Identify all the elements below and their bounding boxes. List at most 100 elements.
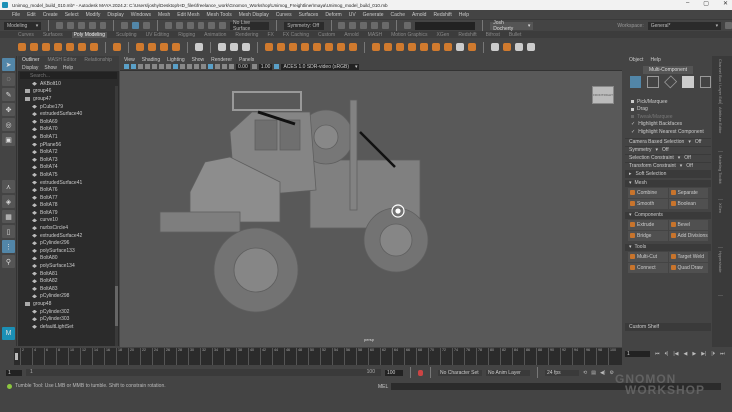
- highlight-backfaces-checkbox[interactable]: ✓ Highlight Backfaces: [625, 121, 711, 129]
- rotate-tool-icon[interactable]: ◎: [2, 118, 15, 131]
- menu-mesh-display[interactable]: Mesh Display: [239, 12, 269, 18]
- outliner-item[interactable]: BoltA82: [18, 277, 119, 285]
- outliner-item[interactable]: BoltA69: [18, 118, 119, 126]
- menu-curves[interactable]: Curves: [276, 12, 292, 18]
- current-frame-field[interactable]: 1: [625, 351, 650, 357]
- outliner-menu-help[interactable]: Help: [63, 65, 73, 71]
- scale-tool-icon[interactable]: ▣: [2, 133, 15, 146]
- pivot-icon[interactable]: [230, 43, 238, 51]
- new-scene-icon[interactable]: [56, 22, 64, 29]
- outliner-item[interactable]: BoltA81: [18, 270, 119, 278]
- smooth-button[interactable]: Smooth: [628, 198, 668, 209]
- multi-component-button[interactable]: Multi-Component: [643, 66, 693, 74]
- grid-icon[interactable]: [152, 64, 157, 69]
- poly-sphere-icon[interactable]: [18, 43, 26, 51]
- menu-deform[interactable]: Deform: [325, 12, 341, 18]
- retopologize-icon[interactable]: [349, 43, 357, 51]
- viewport-panel[interactable]: View Shading Lighting Show Renderer Panels 0.…: [120, 56, 622, 347]
- tab-mash-editor[interactable]: MASH Editor: [48, 57, 77, 63]
- go-to-start-button[interactable]: ⏮: [655, 351, 660, 357]
- shelf-tab-curves[interactable]: Curves: [18, 32, 34, 38]
- menu-file[interactable]: File: [12, 12, 20, 18]
- pick-option-drag[interactable]: Drag: [625, 106, 711, 114]
- menu-mesh-tools[interactable]: Mesh Tools: [207, 12, 232, 18]
- outliner-item[interactable]: BoltA78: [18, 202, 119, 210]
- sweep-mesh-icon[interactable]: [136, 43, 144, 51]
- extract-icon[interactable]: [289, 43, 297, 51]
- menu-select[interactable]: Select: [65, 12, 79, 18]
- viewport-menu-panels[interactable]: Panels: [239, 57, 254, 63]
- poly-plane-icon[interactable]: [78, 43, 86, 51]
- outliner-layout-icon[interactable]: ⋮: [2, 240, 15, 253]
- open-scene-icon[interactable]: [67, 22, 74, 29]
- live-surface-field[interactable]: No Live Surface: [230, 20, 270, 32]
- step-back-key-button[interactable]: ⏴|: [665, 351, 669, 357]
- current-time-indicator[interactable]: [15, 353, 18, 360]
- outliner-item[interactable]: BoltA79: [18, 209, 119, 217]
- outliner-item[interactable]: BoltA72: [18, 148, 119, 156]
- shelf-tab-animation[interactable]: Animation: [204, 32, 226, 38]
- single-perspective-layout-icon[interactable]: ◈: [2, 195, 15, 208]
- bridge-button[interactable]: Bridge: [628, 230, 668, 241]
- fill-hole-icon[interactable]: [408, 43, 416, 51]
- shelf-tab-rendering[interactable]: Rendering: [235, 32, 258, 38]
- search-icon[interactable]: ⚲: [2, 255, 15, 268]
- type-tool-icon[interactable]: [160, 43, 168, 51]
- outliner-item[interactable]: curve10: [18, 217, 119, 225]
- preferences-icon[interactable]: ⚙: [609, 370, 613, 376]
- outliner-item[interactable]: pCube179: [18, 103, 119, 111]
- step-forward-frame-button[interactable]: ▶|: [701, 351, 706, 357]
- render-settings-icon[interactable]: [360, 22, 368, 29]
- wireframe-icon[interactable]: [173, 64, 178, 69]
- image-plane-icon[interactable]: [145, 64, 150, 69]
- undo-icon[interactable]: [88, 22, 96, 29]
- extrude-button[interactable]: Extrude: [628, 219, 668, 230]
- outliner-item[interactable]: BoltA71: [18, 133, 119, 141]
- menu-modify[interactable]: Modify: [86, 12, 101, 18]
- outliner-item[interactable]: polySurface134: [18, 262, 119, 270]
- lock-icon[interactable]: [725, 22, 732, 29]
- menu-display[interactable]: Display: [107, 12, 123, 18]
- outliner-menu-display[interactable]: Display: [22, 65, 38, 71]
- highlight-nearest-component-checkbox[interactable]: ✓ Highlight Nearest Component: [625, 128, 711, 136]
- separate-button[interactable]: Separate: [668, 187, 708, 198]
- super-shape-icon[interactable]: [113, 43, 121, 51]
- quad-draw-button[interactable]: Quad Draw: [668, 262, 708, 273]
- snap-view-icon[interactable]: [197, 22, 205, 29]
- end-time-field[interactable]: 100: [385, 369, 403, 376]
- two-pane-layout-icon[interactable]: ▯: [2, 225, 15, 238]
- outliner-item[interactable]: extrudedSurface40: [18, 110, 119, 118]
- reduce-icon[interactable]: [325, 43, 333, 51]
- camera-based-selection-dropdown[interactable]: Camera Based Selection ▾ Off: [625, 137, 711, 146]
- side-tab-channel-box-layer-editor[interactable]: Channel Box / Layer Editor: [718, 56, 723, 104]
- uv-mode-icon[interactable]: [699, 76, 711, 88]
- outliner-item[interactable]: pCylinder302: [18, 308, 119, 316]
- menu-mesh[interactable]: Mesh: [158, 12, 170, 18]
- toolkit-menu-help[interactable]: Help: [650, 57, 660, 63]
- outliner-item[interactable]: group48: [18, 300, 119, 308]
- tab-relationship[interactable]: Relationship: [84, 57, 112, 63]
- step-forward-key-button[interactable]: |⏵: [711, 351, 715, 357]
- side-tab-modeling-toolkit[interactable]: Modeling Toolkit: [718, 152, 723, 200]
- shelf-tab-custom[interactable]: Custom: [318, 32, 335, 38]
- transform-constraint-dropdown[interactable]: Transform Constraint ▾ Off: [625, 161, 711, 170]
- viewport-menu-shading[interactable]: Shading: [142, 57, 160, 63]
- poly-disc-icon[interactable]: [90, 43, 98, 51]
- select-hierarchy-icon[interactable]: [121, 22, 129, 29]
- smooth-icon[interactable]: [313, 43, 321, 51]
- viewport-menu-view[interactable]: View: [124, 57, 135, 63]
- connect-button[interactable]: Connect: [628, 262, 668, 273]
- outliner-item[interactable]: polySurface133: [18, 247, 119, 255]
- pick-option-tweak-marquee[interactable]: Tweak/Marquee: [625, 113, 711, 121]
- lights-icon[interactable]: [194, 64, 199, 69]
- ipr-render-icon[interactable]: [349, 22, 357, 29]
- render-icon[interactable]: [338, 22, 346, 29]
- shadows-icon[interactable]: [201, 64, 206, 69]
- poly-cube-icon[interactable]: [30, 43, 38, 51]
- bridge-icon[interactable]: [384, 43, 392, 51]
- truck-model[interactable]: [120, 72, 622, 347]
- sound-icon[interactable]: ◀): [600, 370, 606, 376]
- exposure-icon[interactable]: [229, 64, 234, 69]
- outliner-item[interactable]: defaultLightSet: [18, 323, 119, 331]
- select-object-icon[interactable]: [132, 22, 140, 29]
